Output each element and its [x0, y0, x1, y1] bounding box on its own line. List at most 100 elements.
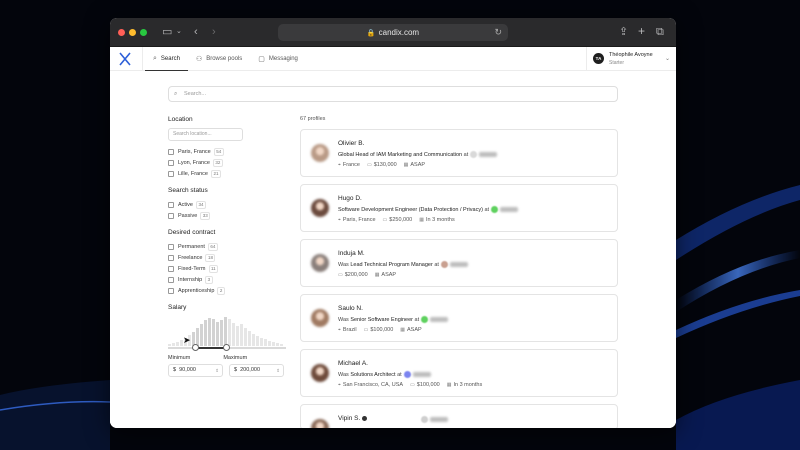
checkbox[interactable]: [168, 148, 174, 155]
user-menu[interactable]: TA Théophile Avoyne Starter ⌄: [586, 47, 676, 71]
checkbox[interactable]: [168, 201, 174, 208]
location-text: France: [342, 162, 360, 168]
location-pin-icon: ⌖: [338, 217, 341, 223]
salary-meta: ▭ $100,000: [364, 327, 394, 333]
company-badge: [421, 316, 449, 323]
checkbox[interactable]: [168, 243, 174, 250]
share-icon[interactable]: ⇪: [619, 25, 628, 39]
option-label: Permanent: [178, 243, 205, 250]
histogram-bar: [240, 324, 243, 346]
salary-text: $100,000: [416, 382, 440, 388]
company-logo-icon: [491, 206, 499, 213]
salary-meta: ▭ $100,000: [410, 382, 440, 388]
search-status-option[interactable]: Active 34: [168, 199, 288, 210]
role-title: Lead Technical Program Manager: [350, 261, 433, 268]
minimum-label: Minimum: [168, 355, 191, 361]
slider-min-handle[interactable]: [192, 344, 199, 351]
profile-card[interactable]: Hugo D. Software Development Engineer (Da…: [300, 184, 618, 232]
zoom-window-button[interactable]: [140, 29, 147, 36]
count-badge: 54: [213, 147, 224, 156]
checkbox[interactable]: [168, 170, 174, 177]
reload-icon[interactable]: ↻: [494, 24, 502, 41]
checkbox[interactable]: [168, 265, 174, 272]
histogram-bar: [232, 323, 235, 346]
histogram-bar: [212, 319, 215, 346]
tab-search[interactable]: ⌕ Search: [145, 47, 188, 71]
location-search-input[interactable]: Search location...: [168, 128, 243, 141]
location-option[interactable]: Lyon, France 32: [168, 157, 288, 168]
profile-role: Was Lead Technical Program Manager at: [338, 261, 468, 268]
profile-avatar: [311, 364, 329, 382]
availability-meta: ▦ ASAP: [375, 272, 396, 278]
role-at: at: [434, 261, 439, 268]
profile-name: Vipin S.: [338, 415, 368, 422]
contract-option[interactable]: Fixed-Term 11: [168, 263, 288, 274]
contract-option[interactable]: Freelance 18: [168, 252, 288, 263]
candix-logo-icon[interactable]: [119, 52, 131, 66]
tab-messaging[interactable]: ▢ Messaging: [250, 47, 306, 71]
message-icon: ▢: [258, 56, 265, 63]
option-label: Internship: [178, 276, 203, 283]
address-bar[interactable]: 🔒 candix.com ↻: [278, 24, 508, 41]
profile-card[interactable]: Vipin S.: [300, 404, 618, 428]
stepper-icon[interactable]: ⇕: [276, 365, 280, 376]
profile-card[interactable]: Saulo N. Was Senior Software Engineer at ⌖…: [300, 294, 618, 342]
calendar-icon: ▦: [400, 327, 406, 333]
forward-arrow-icon[interactable]: ›: [212, 25, 216, 39]
lock-icon: 🔒: [366, 30, 376, 37]
salary-minimum-field[interactable]: $ 90,000 ⇕: [168, 364, 223, 377]
profile-role: Was Solutions Architect at: [338, 371, 431, 378]
histogram-bar: [224, 317, 227, 346]
minimize-window-button[interactable]: [129, 29, 136, 36]
new-tab-icon[interactable]: +: [638, 24, 645, 38]
close-window-button[interactable]: [118, 29, 125, 36]
profile-meta: ⌖ France ▭ $130,000 ▦ ASAP: [338, 162, 425, 168]
company-badge: [403, 371, 431, 378]
availability-text: ASAP: [410, 162, 426, 168]
currency-symbol: $: [173, 367, 177, 373]
location-pin-icon: ⌖: [338, 162, 341, 168]
checkbox[interactable]: [168, 276, 174, 283]
salary-text: $100,000: [370, 327, 394, 333]
search-placeholder: Search...: [184, 91, 207, 97]
tab-browse-pools[interactable]: ⚇ Browse pools: [188, 47, 250, 71]
checkbox[interactable]: [168, 254, 174, 261]
tab-label: Browse pools: [206, 56, 243, 62]
contract-option[interactable]: Internship 3: [168, 274, 288, 285]
contract-option[interactable]: Permanent 64: [168, 241, 288, 252]
checkbox[interactable]: [168, 212, 174, 219]
profiles-count: 67 profiles: [300, 116, 326, 122]
slider-max-handle[interactable]: [223, 344, 230, 351]
company-name-redacted: [430, 317, 449, 322]
search-input[interactable]: ⌕ Search...: [168, 86, 618, 102]
user-plan: Starter: [609, 60, 625, 66]
location-text: Paris, France: [342, 217, 376, 223]
sidebar-toggle-icon[interactable]: ▭: [162, 25, 172, 39]
count-badge: 64: [207, 242, 218, 251]
company-badge: [470, 151, 498, 158]
count-badge: 34: [195, 200, 206, 209]
location-option[interactable]: Paris, France 54: [168, 146, 288, 157]
profile-card[interactable]: Induja M. Was Lead Technical Program Mana…: [300, 239, 618, 287]
tab-overview-icon[interactable]: ⧉: [656, 25, 664, 39]
search-status-filter-title: Search status: [168, 187, 208, 194]
checkbox[interactable]: [168, 287, 174, 294]
search-status-option[interactable]: Passive 33: [168, 210, 288, 221]
back-arrow-icon[interactable]: ‹: [194, 25, 198, 39]
contract-option[interactable]: Apprenticeship 2: [168, 285, 288, 296]
calendar-icon: ▦: [374, 272, 380, 278]
profile-name: Olivier B.: [338, 140, 364, 147]
stepper-icon[interactable]: ⇕: [215, 365, 219, 376]
profile-role: [421, 416, 448, 423]
checkbox[interactable]: [168, 159, 174, 166]
count-badge: 32: [212, 158, 223, 167]
salary-range-slider[interactable]: ➤: [168, 335, 286, 352]
location-filter-title: Location: [168, 116, 193, 123]
chevron-down-icon[interactable]: ⌄: [176, 25, 182, 39]
salary-filter-title: Salary: [168, 304, 187, 311]
profile-card[interactable]: Michael A. Was Solutions Architect at ⌖ San…: [300, 349, 618, 397]
location-option[interactable]: Lille, France 21: [168, 168, 288, 179]
search-icon: ⌕: [153, 54, 157, 62]
profile-card[interactable]: Olivier B. Global Head of IAM Marketing a…: [300, 129, 618, 177]
salary-maximum-field[interactable]: $ 200,000 ⇕: [229, 364, 284, 377]
